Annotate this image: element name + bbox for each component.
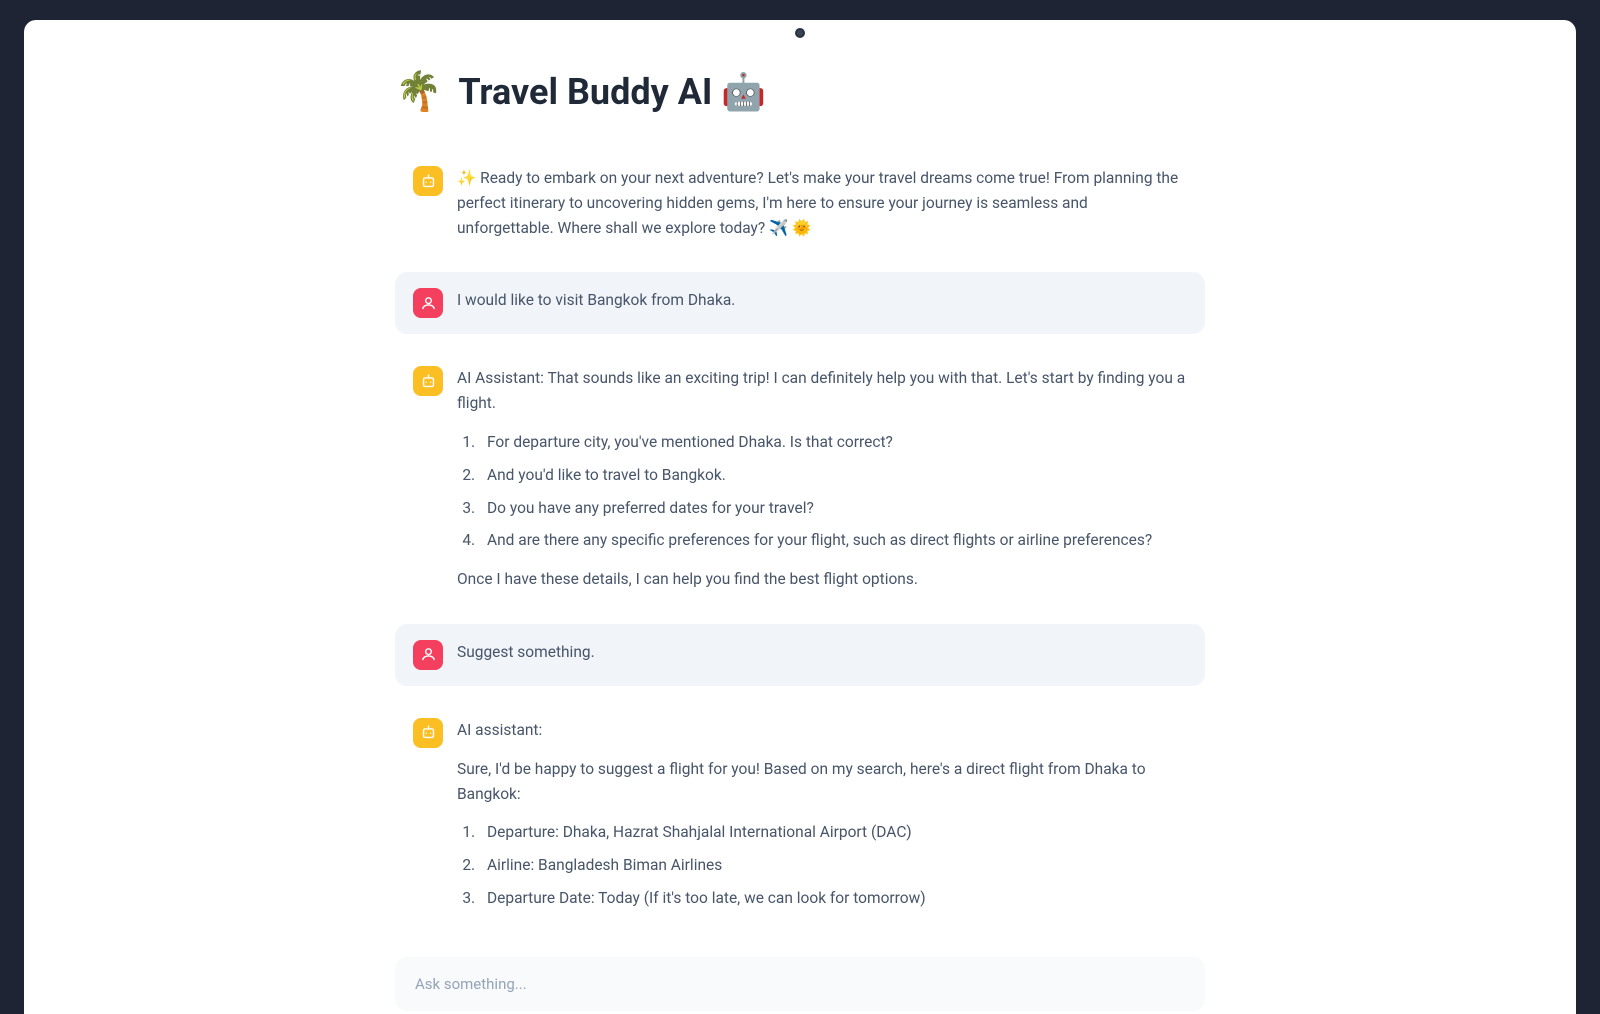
message-text: ✨ Ready to embark on your next adventure… — [457, 166, 1187, 240]
page-header: 🌴 Travel Buddy AI 🤖 — [395, 70, 1205, 114]
list-item: Departure: Dhaka, Hazrat Shahjalal Inter… — [479, 820, 1187, 845]
camera-notch — [795, 28, 805, 38]
user-message: I would like to visit Bangkok from Dhaka… — [395, 272, 1205, 334]
robot-icon: 🤖 — [721, 71, 766, 113]
message-body: ✨ Ready to embark on your next adventure… — [457, 166, 1187, 240]
main-screen[interactable]: 🌴 Travel Buddy AI 🤖 — [24, 20, 1576, 1014]
message-text: I would like to visit Bangkok from Dhaka… — [457, 288, 1187, 313]
ai-avatar — [413, 366, 443, 396]
message-body: I would like to visit Bangkok from Dhaka… — [457, 288, 1187, 318]
input-placeholder: Ask something... — [415, 975, 527, 993]
message-text: AI Assistant: That sounds like an exciti… — [457, 366, 1187, 416]
ordered-list: Departure: Dhaka, Hazrat Shahjalal Inter… — [457, 820, 1187, 910]
ordered-list: For departure city, you've mentioned Dha… — [457, 430, 1187, 553]
user-avatar — [413, 288, 443, 318]
ai-message: AI assistant: Sure, I'd be happy to sugg… — [395, 702, 1205, 941]
list-item: Airline: Bangladesh Biman Airlines — [479, 853, 1187, 878]
message-text: AI assistant: — [457, 718, 1187, 743]
list-item: Departure Date: Today (If it's too late,… — [479, 886, 1187, 911]
user-message: Suggest something. — [395, 624, 1205, 686]
robot-avatar-icon — [420, 724, 437, 741]
user-avatar-icon — [420, 295, 437, 312]
list-item: Do you have any preferred dates for your… — [479, 496, 1187, 521]
robot-avatar-icon — [420, 373, 437, 390]
device-frame: 🌴 Travel Buddy AI 🤖 — [0, 0, 1600, 1014]
list-item: And you'd like to travel to Bangkok. — [479, 463, 1187, 488]
palm-tree-icon: 🌴 — [395, 70, 442, 114]
list-item: And are there any specific preferences f… — [479, 528, 1187, 553]
list-item: For departure city, you've mentioned Dha… — [479, 430, 1187, 455]
message-body: Suggest something. — [457, 640, 1187, 670]
content-container: 🌴 Travel Buddy AI 🤖 — [365, 70, 1235, 1011]
user-avatar — [413, 640, 443, 670]
ai-avatar — [413, 166, 443, 196]
robot-avatar-icon — [420, 173, 437, 190]
ai-message: AI Assistant: That sounds like an exciti… — [395, 350, 1205, 608]
message-text: Sure, I'd be happy to suggest a flight f… — [457, 757, 1187, 807]
ai-avatar — [413, 718, 443, 748]
message-body: AI assistant: Sure, I'd be happy to sugg… — [457, 718, 1187, 925]
message-text: Suggest something. — [457, 640, 1187, 665]
message-text: Once I have these details, I can help yo… — [457, 567, 1187, 592]
page-title: Travel Buddy AI 🤖 — [458, 71, 766, 113]
user-avatar-icon — [420, 646, 437, 663]
chat-input[interactable]: Ask something... — [395, 957, 1205, 1011]
ai-message: ✨ Ready to embark on your next adventure… — [395, 150, 1205, 256]
message-body: AI Assistant: That sounds like an exciti… — [457, 366, 1187, 592]
